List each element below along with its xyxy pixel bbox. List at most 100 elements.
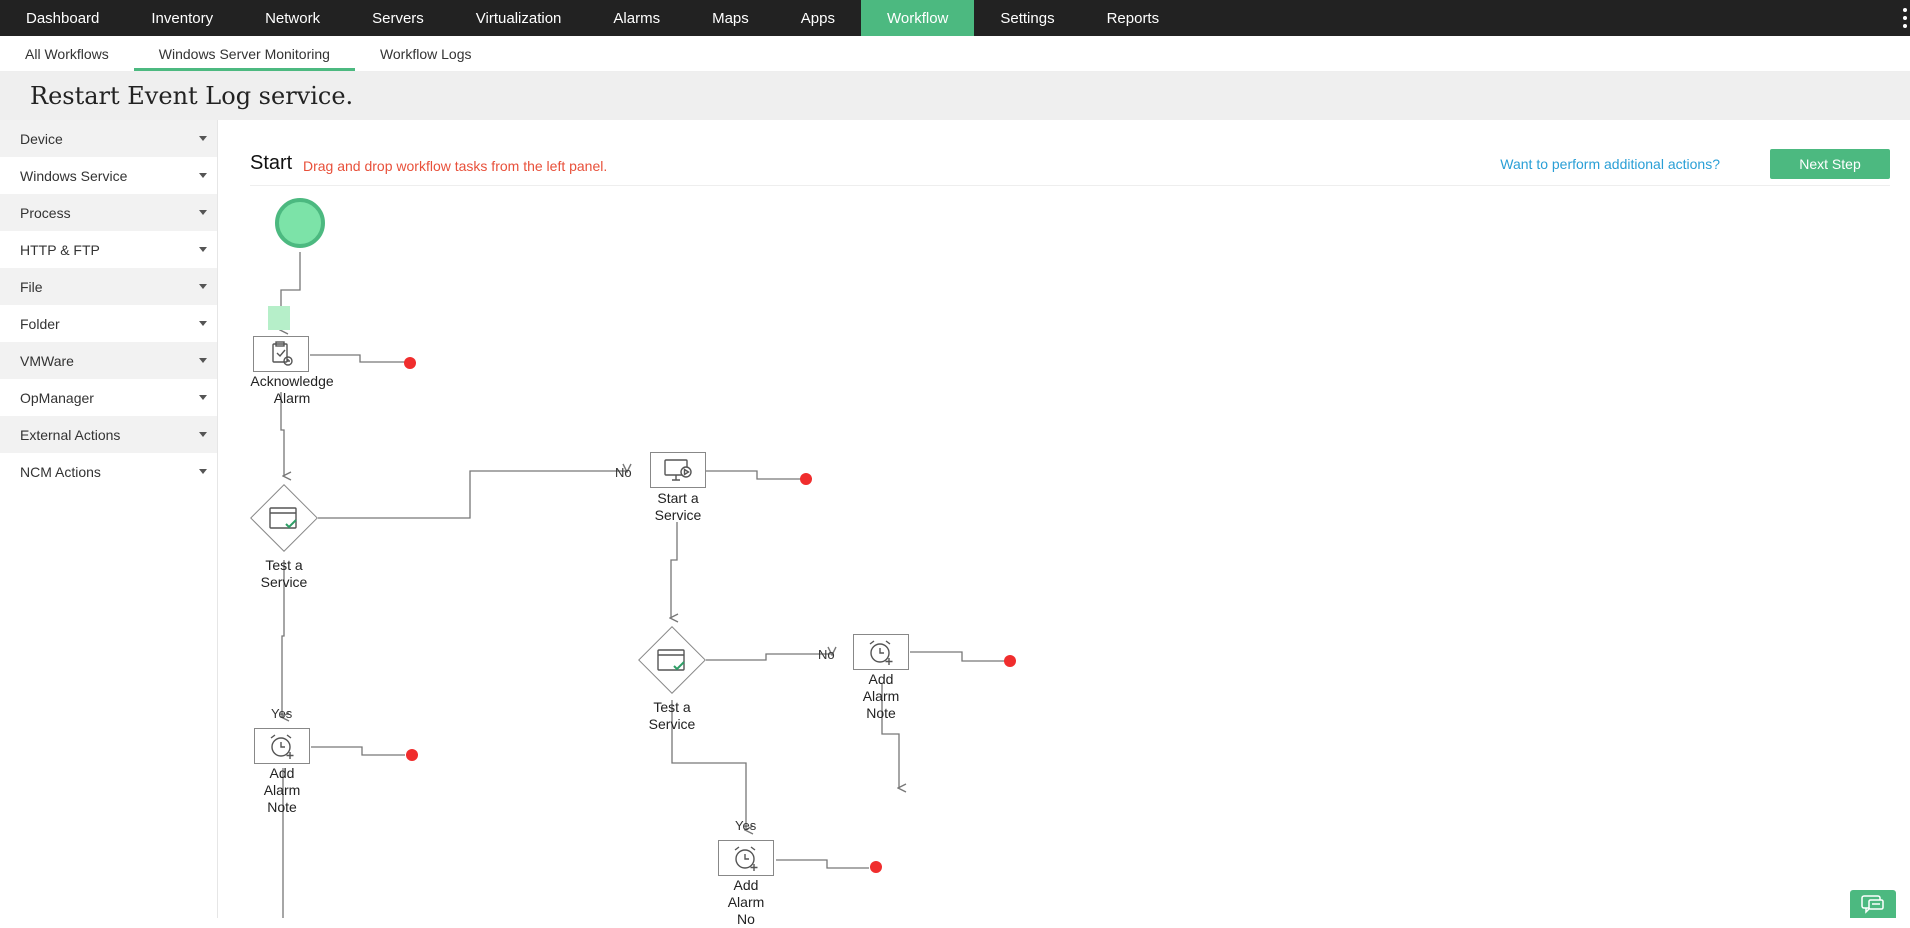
caret-down-icon xyxy=(199,136,207,141)
sidebar-item-label: OpManager xyxy=(20,389,94,406)
page-title: Restart Event Log service. xyxy=(30,82,354,110)
edge-ack-end xyxy=(310,354,408,363)
sidebar-item-opmanager[interactable]: OpManager xyxy=(0,379,217,416)
edge-startsvc-end xyxy=(706,470,800,480)
nav-tab-settings[interactable]: Settings xyxy=(974,0,1080,36)
node-add-alarm-note-no[interactable] xyxy=(853,634,909,670)
nav-tab-apps[interactable]: Apps xyxy=(775,0,861,36)
edge-startsvc-test2 xyxy=(671,522,677,618)
sidebar-item-label: Device xyxy=(20,130,63,147)
caret-down-icon xyxy=(199,210,207,215)
workflow-connectors xyxy=(0,252,1005,918)
edge-noteyes1-end xyxy=(311,746,405,756)
node-add-alarm-note-yes-2[interactable] xyxy=(718,840,774,876)
nav-tab-workflow[interactable]: Workflow xyxy=(860,0,975,36)
node-label: Test a Service xyxy=(260,557,308,590)
task-sidebar: Device Windows Service Process HTTP & FT… xyxy=(0,120,218,918)
acknowledge-alarm-icon xyxy=(253,336,309,372)
nav-tab-maps[interactable]: Maps xyxy=(686,0,775,36)
drag-drop-hint: Drag and drop workflow tasks from the le… xyxy=(303,158,608,174)
edge-label-no: No xyxy=(818,647,835,662)
node-acknowledge-alarm[interactable] xyxy=(253,336,309,372)
caret-down-icon xyxy=(199,358,207,363)
sidebar-item-ncm-actions[interactable]: NCM Actions xyxy=(0,453,217,490)
endpoint-add-task[interactable] xyxy=(870,861,882,873)
sidebar-item-folder[interactable]: Folder xyxy=(0,305,217,342)
sidebar-item-file[interactable]: File xyxy=(0,268,217,305)
node-start-service[interactable] xyxy=(650,452,706,488)
endpoint-add-task[interactable] xyxy=(800,473,812,485)
sidebar-item-label: External Actions xyxy=(20,426,121,443)
sidebar-item-http-ftp[interactable]: HTTP & FTP xyxy=(0,231,217,268)
node-label: Acknowledge Alarm xyxy=(250,373,334,406)
sidebar-item-label: VMWare xyxy=(20,352,74,369)
nav-tab-dashboard[interactable]: Dashboard xyxy=(0,0,125,36)
edge-ack-test1 xyxy=(280,392,284,476)
add-alarm-note-icon xyxy=(718,840,774,876)
add-alarm-note-icon xyxy=(853,634,909,670)
node-label: Add Alarm Note xyxy=(263,765,301,815)
more-menu-icon[interactable] xyxy=(1902,8,1908,28)
endpoint-add-task[interactable] xyxy=(404,357,416,369)
subtab-all-workflows[interactable]: All Workflows xyxy=(0,36,134,71)
edge-test2-no xyxy=(706,654,832,661)
nav-tab-virtualization[interactable]: Virtualization xyxy=(450,0,588,36)
caret-down-icon xyxy=(199,247,207,252)
workflow-start-node[interactable] xyxy=(275,198,325,248)
edge-label-yes: Yes xyxy=(271,706,293,721)
caret-down-icon xyxy=(199,395,207,400)
endpoint-add-task[interactable] xyxy=(406,749,418,761)
sidebar-item-windows-service[interactable]: Windows Service xyxy=(0,157,217,194)
title-bar: Restart Event Log service. xyxy=(0,72,1910,120)
canvas-header: Start Drag and drop workflow tasks from … xyxy=(250,146,1890,186)
additional-actions-link[interactable]: Want to perform additional actions? xyxy=(1500,156,1720,172)
sidebar-item-label: Windows Service xyxy=(20,167,128,184)
sidebar-item-vmware[interactable]: VMWare xyxy=(0,342,217,379)
subtab-windows-server-monitoring[interactable]: Windows Server Monitoring xyxy=(133,36,356,71)
edge-test1-yes xyxy=(282,560,284,717)
node-label: Start a Service xyxy=(654,490,702,523)
sidebar-item-label: Folder xyxy=(20,315,60,332)
nav-tab-alarms[interactable]: Alarms xyxy=(587,0,686,36)
nav-tab-reports[interactable]: Reports xyxy=(1081,0,1186,36)
sidebar-item-device[interactable]: Device xyxy=(0,120,217,157)
node-add-alarm-note-yes-1[interactable] xyxy=(254,728,310,764)
add-alarm-note-icon xyxy=(254,728,310,764)
start-service-icon xyxy=(650,452,706,488)
sidebar-item-label: File xyxy=(20,278,43,295)
edge-test1-no xyxy=(318,471,627,519)
sidebar-item-process[interactable]: Process xyxy=(0,194,217,231)
nav-tab-inventory[interactable]: Inventory xyxy=(125,0,239,36)
sidebar-item-label: NCM Actions xyxy=(20,463,101,480)
chat-icon xyxy=(1861,895,1884,914)
edge-noteno-end xyxy=(910,651,1005,662)
node-label: Add Alarm Note xyxy=(862,671,900,721)
caret-down-icon xyxy=(199,321,207,326)
node-test-service-2[interactable] xyxy=(638,626,706,694)
sidebar-item-label: Process xyxy=(20,204,71,221)
test-service-icon xyxy=(657,649,685,671)
nav-tab-network[interactable]: Network xyxy=(239,0,346,36)
sub-nav: All Workflows Windows Server Monitoring … xyxy=(0,36,1910,72)
drop-target-highlight xyxy=(268,306,290,330)
chat-support-button[interactable] xyxy=(1850,890,1896,918)
start-label: Start xyxy=(250,152,293,174)
top-nav: Dashboard Inventory Network Servers Virt… xyxy=(0,0,1910,36)
next-step-button[interactable]: Next Step xyxy=(1770,149,1890,179)
caret-down-icon xyxy=(199,469,207,474)
edge-label-no: No xyxy=(615,465,632,480)
nav-tab-servers[interactable]: Servers xyxy=(346,0,450,36)
edge-label-yes: Yes xyxy=(735,818,757,833)
sidebar-item-label: HTTP & FTP xyxy=(20,241,100,258)
subtab-workflow-logs[interactable]: Workflow Logs xyxy=(355,36,497,71)
node-label: Add Alarm No xyxy=(727,877,765,927)
caret-down-icon xyxy=(199,173,207,178)
edge-noteno-down xyxy=(881,684,899,788)
edge-noteyes2-end xyxy=(776,859,869,869)
sidebar-item-external-actions[interactable]: External Actions xyxy=(0,416,217,453)
node-test-service-1[interactable] xyxy=(250,484,318,552)
node-label: Test a Service xyxy=(648,699,696,732)
endpoint-add-task[interactable] xyxy=(1004,655,1016,667)
test-service-icon xyxy=(269,507,297,529)
edge-test2-yes xyxy=(671,700,746,830)
